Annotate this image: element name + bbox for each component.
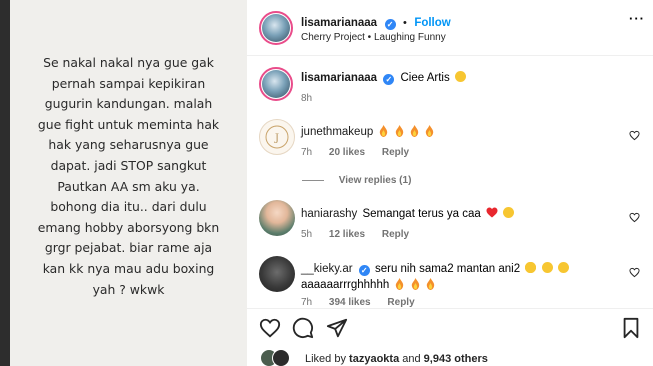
comment-text-line-2: aaaaaarrrghhhhh (301, 279, 390, 291)
fire-emoji-icon (396, 278, 404, 290)
heart-eyes-emoji-icon (557, 262, 569, 273)
header-username[interactable]: lisamarianaaa (301, 17, 377, 29)
fire-emoji-icon (410, 125, 419, 137)
liked-by-text: Liked by tazyaokta and 9,943 others (305, 353, 488, 365)
comment-time: 5h (301, 229, 313, 240)
comment-icon[interactable] (292, 317, 314, 339)
bookmark-icon[interactable] (620, 317, 642, 339)
comment-avatar[interactable]: J (259, 119, 295, 155)
post-text-line: hak yang seharusnya gue (48, 137, 209, 153)
reply-button[interactable]: Reply (382, 229, 409, 240)
post-image-text: Se nakal nakal nya gue gak pernah sampai… (10, 53, 247, 300)
post-text-line: emang hobby aborsyong bkn (37, 219, 220, 235)
heart-icon[interactable] (629, 130, 640, 141)
left-edge-strip (0, 0, 10, 366)
header-divider (247, 55, 653, 56)
comment-likes[interactable]: 12 likes (329, 229, 365, 240)
comment-time: 7h (301, 297, 313, 308)
view-replies-line (302, 179, 324, 181)
liked-by-prefix: Liked by (305, 353, 346, 365)
follow-button[interactable]: Follow (414, 17, 450, 29)
reply-button[interactable]: Reply (382, 147, 409, 158)
verified-badge-icon: ✓ (384, 19, 396, 30)
comments-panel: lisamarianaaa ✓ • Follow Cherry Project … (247, 0, 653, 366)
comment-likes[interactable]: 20 likes (329, 147, 365, 158)
heart-icon[interactable] (259, 317, 281, 339)
fire-emoji-icon (380, 125, 388, 137)
fire-emoji-icon (425, 125, 434, 137)
smiling-emoji-icon (503, 207, 515, 218)
makeup-logo-icon: J (265, 125, 289, 149)
more-options-button[interactable]: ··· (629, 11, 645, 26)
post-text-line: yah ? wkwk (92, 281, 165, 297)
red-heart-emoji-icon (486, 207, 498, 218)
post-text-line: Se nakal nakal nya gue gak (43, 55, 214, 70)
post-text-line: grgr pejabat. biar rame aja (44, 240, 213, 256)
svg-text:J: J (274, 133, 279, 144)
caption-username[interactable]: lisamarianaaa (301, 72, 377, 84)
share-icon[interactable] (326, 317, 348, 339)
comment-username[interactable]: haniarashy (301, 208, 357, 220)
header-avatar[interactable] (259, 11, 293, 45)
liked-by-user[interactable]: tazyaokta (349, 353, 399, 365)
comment-time: 7h (301, 147, 313, 158)
post-text-line: dapat. jadi STOP sangkut (50, 157, 207, 173)
verified-badge-icon: ✓ (358, 265, 370, 276)
fire-emoji-icon (426, 278, 435, 290)
view-replies-button[interactable]: View replies (1) (339, 175, 412, 186)
comment-text: Semangat terus ya caa (362, 208, 481, 220)
heart-icon[interactable] (629, 267, 640, 278)
caption-avatar[interactable] (259, 67, 293, 101)
post-text-line: kan kk nya mau adu boxing (42, 260, 215, 276)
post-text-line: gue fight untuk meminta hak (37, 116, 220, 132)
comment-username[interactable]: junethmakeup (301, 126, 373, 138)
heart-eyes-emoji-icon (525, 262, 537, 273)
reply-button[interactable]: Reply (387, 297, 414, 308)
fire-emoji-icon (411, 278, 419, 290)
post-text-line: pernah sampai kepikiran (51, 75, 206, 91)
comment-username[interactable]: __kieky.ar (301, 263, 353, 275)
post-text-line: bohong dia itu.. dari dulu (50, 199, 207, 215)
liked-by-others[interactable]: 9,943 others (424, 353, 488, 365)
comment-avatar[interactable] (259, 256, 295, 292)
laughing-emoji-icon (454, 71, 466, 82)
fire-emoji-icon (395, 125, 403, 137)
heart-eyes-emoji-icon (541, 262, 553, 273)
comment-likes[interactable]: 394 likes (329, 297, 371, 308)
actions-divider (247, 308, 653, 309)
header-separator: • (403, 17, 407, 29)
verified-badge-icon: ✓ (383, 74, 395, 85)
liked-by-and: and (402, 353, 421, 365)
caption-time: 8h (301, 93, 313, 104)
post-text-line: Pautkan AA sm aku ya. (57, 178, 200, 194)
post-text-line: gugurin kandungan. malah (44, 96, 213, 112)
comment-avatar[interactable] (259, 200, 295, 236)
liker-avatar[interactable] (272, 349, 290, 366)
comment-text: seru nih sama2 mantan ani2 (374, 263, 521, 275)
heart-icon[interactable] (629, 212, 640, 223)
caption-text: Ciee Artis (400, 72, 450, 84)
header-subtitle[interactable]: Cherry Project • Laughing Funny (301, 32, 446, 43)
